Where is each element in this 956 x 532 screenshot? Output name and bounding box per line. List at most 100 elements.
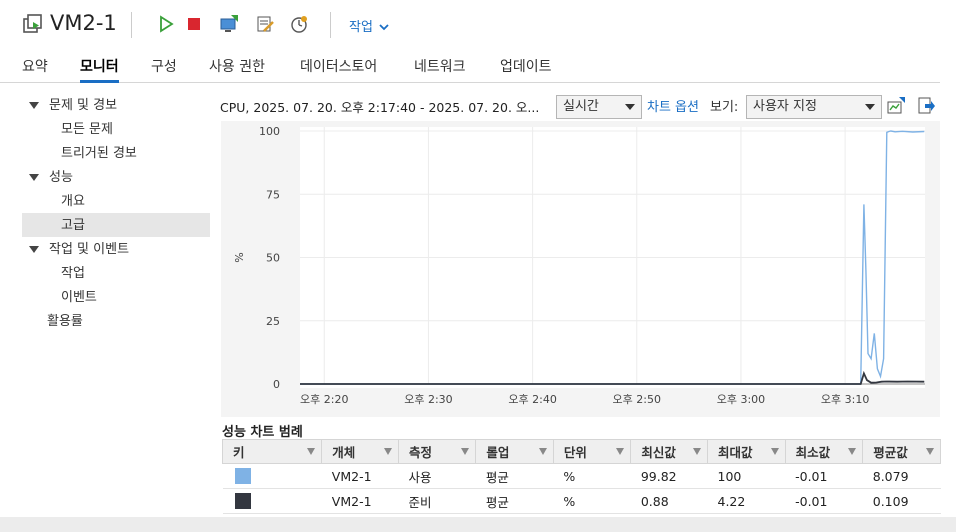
filter-icon	[926, 448, 934, 455]
y-tick-label: 100	[259, 125, 280, 138]
y-axis-label: %	[233, 252, 246, 262]
sidebar-item-utilization[interactable]: 활용률	[47, 310, 83, 334]
color-swatch	[234, 493, 251, 510]
table-row[interactable]: VM2-1 사용 평균 % 99.82 100 -0.01 8.079	[222, 463, 941, 489]
page-title: VM2-1	[50, 11, 117, 35]
footer-bar	[0, 517, 956, 532]
edit-settings-icon[interactable]	[255, 14, 275, 34]
y-tick-label: 25	[266, 315, 280, 328]
filter-icon	[383, 448, 392, 455]
y-tick-label: 75	[266, 188, 280, 201]
cell-rollup: 평균	[475, 488, 554, 514]
col-max[interactable]: 최대값	[707, 439, 786, 464]
tab-monitor[interactable]: 모니터	[80, 56, 119, 83]
sidebar-item-triggered-alarms[interactable]: 트리거된 경보	[61, 142, 137, 166]
tab-updates[interactable]: 업데이트	[500, 56, 552, 83]
x-tick-label: 오후 2:50	[613, 393, 661, 406]
timespan-select[interactable]: 실시간	[556, 95, 642, 119]
sidebar-group-performance[interactable]: 성능	[29, 166, 73, 190]
cell-unit: %	[553, 463, 631, 489]
cell-max: 4.22	[707, 488, 786, 514]
actions-label: 작업	[349, 20, 373, 35]
x-tick-label: 오후 3:00	[717, 393, 765, 406]
filter-icon	[848, 448, 857, 455]
sidebar-item-events[interactable]: 이벤트	[61, 286, 97, 310]
selected-highlight	[22, 213, 210, 237]
cell-avg: 0.109	[862, 488, 941, 514]
filter-icon	[616, 448, 625, 455]
expand-triangle-icon	[29, 246, 39, 253]
y-tick-label: 50	[266, 252, 280, 265]
chart-options-link[interactable]: 차트 옵션	[647, 96, 699, 115]
expand-triangle-icon	[29, 174, 39, 181]
x-tick-label: 오후 2:20	[300, 393, 348, 406]
cell-measure: 준비	[398, 488, 476, 514]
legend-title: 성능 차트 범례	[222, 425, 303, 440]
filter-icon	[693, 448, 701, 455]
tab-bar: 요약 모니터 구성 사용 권한 데이터스토어 네트워크 업데이트	[0, 50, 940, 83]
snapshot-icon[interactable]	[289, 14, 309, 34]
cell-measure: 사용	[398, 463, 476, 489]
expand-triangle-icon	[29, 102, 39, 109]
chart-area: 오후 2:20 오후 2:30 오후 2:40 오후 2:50 오후 3:00 오후 3:…	[221, 121, 940, 417]
popout-chart-icon[interactable]	[886, 96, 906, 116]
cell-min: -0.01	[785, 488, 863, 514]
sidebar-item-overview[interactable]: 개요	[61, 190, 85, 214]
sidebar-item-tasks[interactable]: 작업	[61, 262, 85, 286]
console-icon[interactable]	[219, 14, 239, 34]
cell-object: VM2-1	[321, 463, 399, 489]
filter-icon	[461, 448, 470, 455]
view-value: 사용자 지정	[753, 99, 817, 114]
table-row[interactable]: VM2-1 준비 평균 % 0.88 4.22 -0.01 0.109	[222, 488, 941, 514]
legend-header-row: 키 개체 측정 롤업 단위 최신값 최대값 최소값 평균값	[221, 439, 941, 464]
col-latest[interactable]: 최신값	[630, 439, 708, 464]
x-tick-label: 오후 3:10	[821, 393, 869, 406]
col-min[interactable]: 최소값	[784, 439, 864, 464]
legend-table: 키 개체 측정 롤업 단위 최신값 최대값 최소값 평균값 VM2-1 사용 평…	[221, 439, 941, 514]
tab-configure[interactable]: 구성	[151, 56, 177, 83]
export-icon[interactable]	[916, 96, 936, 116]
power-on-icon[interactable]	[156, 14, 176, 34]
cell-latest: 0.88	[630, 488, 708, 514]
col-avg[interactable]: 평균값	[862, 439, 941, 464]
sidebar-group-issues[interactable]: 문제 및 경보	[29, 94, 117, 118]
tab-networks[interactable]: 네트워크	[414, 56, 466, 83]
col-object[interactable]: 개체	[321, 439, 399, 464]
sidebar-item-all-issues[interactable]: 모든 문제	[61, 118, 113, 142]
vm-icon	[23, 14, 42, 33]
header: VM2-1 작업	[0, 0, 956, 50]
tab-datastores[interactable]: 데이터스토어	[300, 56, 377, 83]
col-unit[interactable]: 단위	[552, 439, 632, 464]
actions-menu[interactable]: 작업	[349, 16, 389, 35]
power-off-icon[interactable]	[184, 14, 204, 34]
cpu-line-chart: 오후 2:20 오후 2:30 오후 2:40 오후 2:50 오후 3:00 오후 3:…	[233, 125, 925, 406]
cell-rollup: 평균	[475, 463, 554, 489]
caret-down-icon	[865, 104, 875, 110]
view-label: 보기:	[710, 100, 739, 115]
timespan-value: 실시간	[563, 99, 599, 114]
cell-object: VM2-1	[321, 488, 399, 514]
x-tick-label: 오후 2:30	[404, 393, 452, 406]
chart-title: CPU, 2025. 07. 20. 오후 2:17:40 - 2025. 07…	[220, 100, 540, 115]
tab-summary[interactable]: 요약	[22, 56, 48, 83]
divider	[131, 12, 132, 38]
filter-icon	[538, 448, 547, 455]
divider	[330, 12, 331, 38]
caret-down-icon	[625, 104, 635, 110]
cell-latest: 99.82	[630, 463, 708, 489]
cell-avg: 8.079	[862, 463, 941, 489]
col-measure[interactable]: 측정	[397, 439, 477, 464]
filter-icon	[770, 448, 779, 455]
view-select[interactable]: 사용자 지정	[746, 95, 882, 119]
cell-max: 100	[707, 463, 786, 489]
x-tick-label: 오후 2:40	[508, 393, 556, 406]
y-tick-label: 0	[273, 378, 280, 391]
col-rollup[interactable]: 롤업	[475, 439, 554, 464]
chevron-down-icon	[379, 24, 389, 31]
tab-permissions[interactable]: 사용 권한	[209, 56, 265, 83]
sidebar-group-tasks-events[interactable]: 작업 및 이벤트	[29, 238, 129, 262]
cell-unit: %	[553, 488, 631, 514]
col-key[interactable]: 키	[221, 439, 323, 464]
sidebar-item-advanced[interactable]: 고급	[61, 214, 85, 238]
color-swatch	[234, 468, 251, 485]
